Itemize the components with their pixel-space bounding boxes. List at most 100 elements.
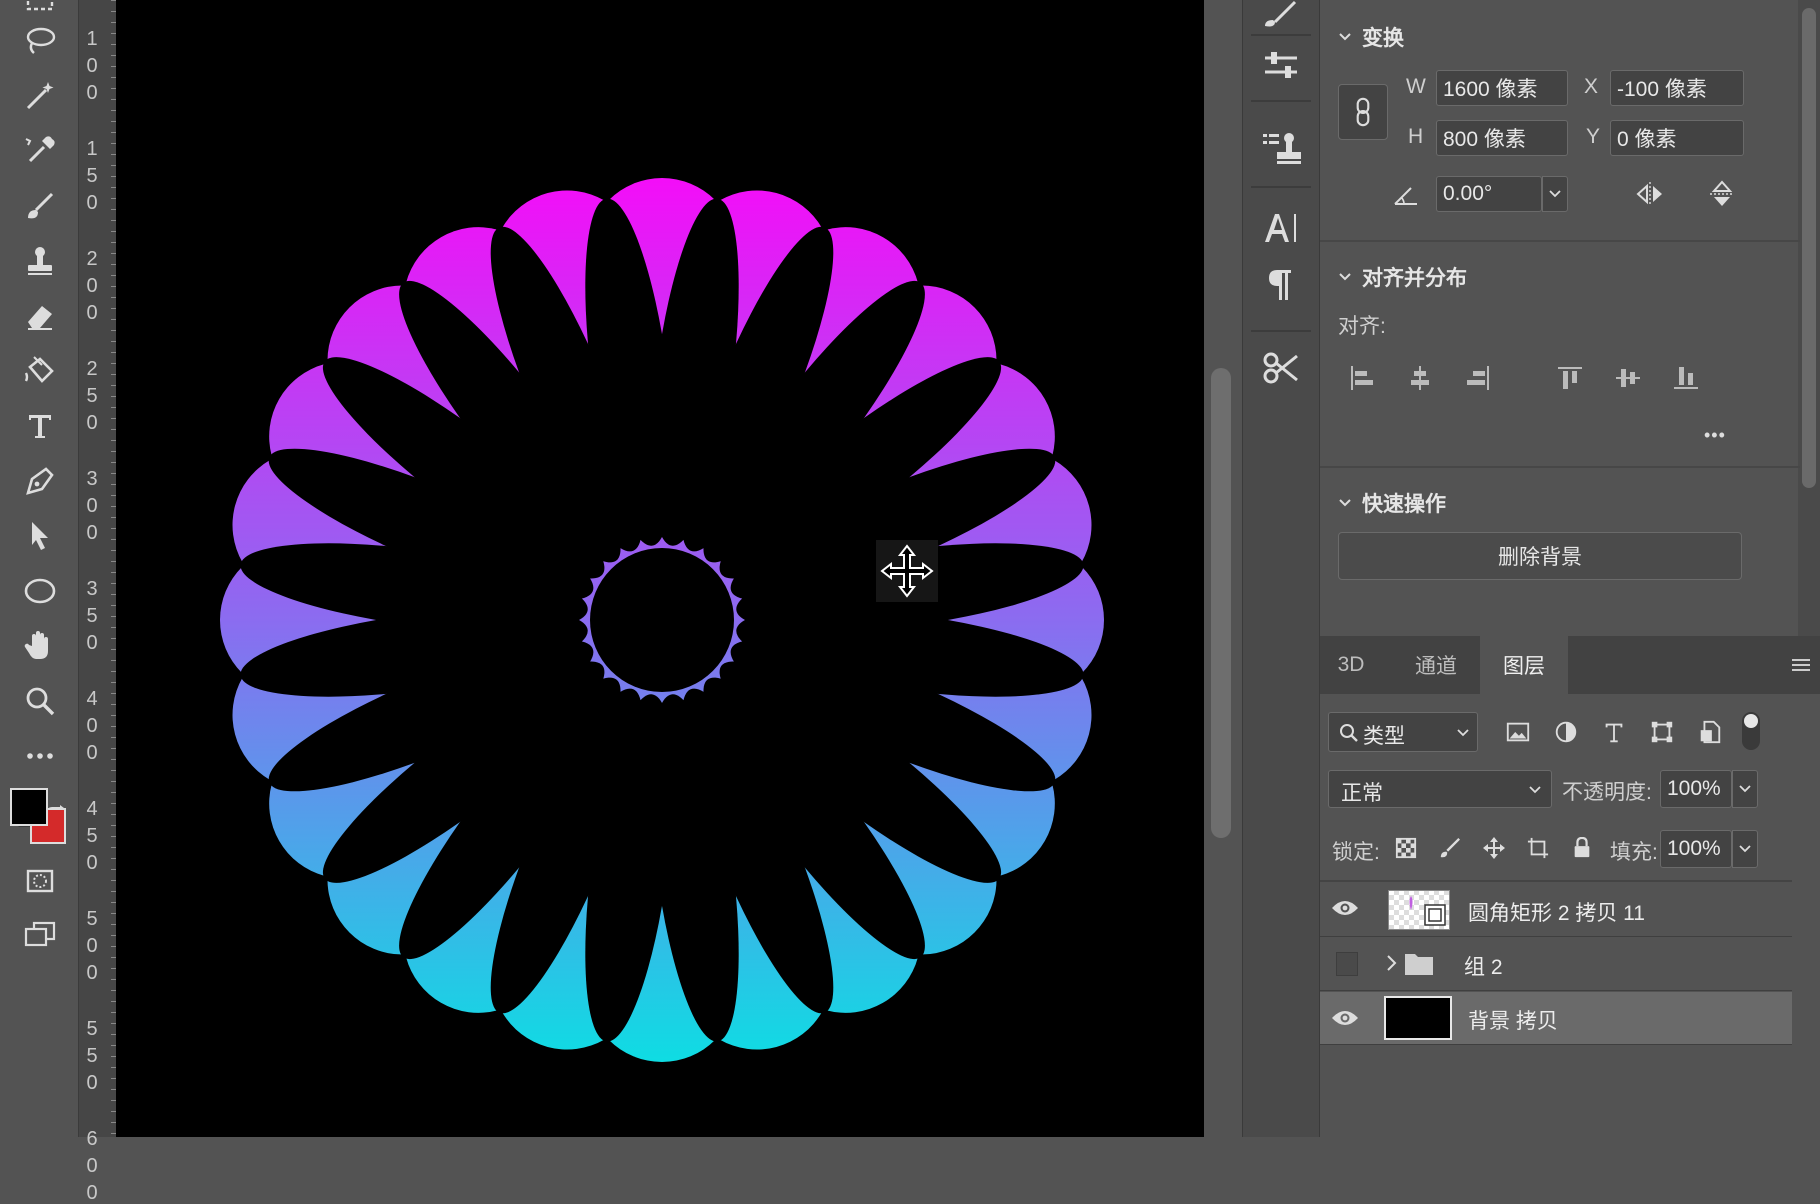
filter-type-icon[interactable] [1600, 718, 1628, 746]
tab-channels[interactable]: 通道 [1392, 636, 1480, 694]
type-tool-icon[interactable] [12, 403, 68, 449]
layer-row-selected[interactable]: 背景 拷贝 [1320, 992, 1792, 1045]
ruler-digit: 5 [86, 605, 98, 627]
lock-transparent-icon[interactable] [1392, 834, 1420, 862]
visibility-eye-icon[interactable] [1330, 1006, 1360, 1030]
link-proportions-button[interactable] [1338, 84, 1388, 140]
folder-icon [1405, 954, 1433, 975]
align-vertical-center-icon[interactable] [1614, 364, 1642, 392]
align-label: 对齐: [1338, 315, 1386, 338]
opacity-dropdown[interactable] [1732, 770, 1758, 808]
chevron-down-icon [1339, 499, 1351, 507]
document-canvas[interactable] [116, 0, 1204, 1137]
eyedropper-icon[interactable] [12, 128, 68, 174]
filter-adjustment-icon[interactable] [1552, 718, 1580, 746]
lock-image-pixels-icon[interactable] [1436, 834, 1464, 862]
pen-tool-icon[interactable] [12, 458, 68, 504]
filter-shape-icon[interactable] [1648, 718, 1676, 746]
zoom-tool-icon[interactable] [12, 678, 68, 724]
ruler-digit: 0 [86, 935, 98, 957]
character-panel-icon[interactable] [1257, 204, 1305, 252]
center-hole [590, 548, 734, 692]
y-label: Y [1586, 125, 1601, 148]
tool-presets-icon[interactable] [1257, 344, 1305, 392]
tab-layers[interactable]: 图层 [1480, 636, 1568, 694]
clone-source-icon[interactable] [1257, 124, 1305, 172]
ellipse-tool-icon[interactable] [12, 568, 68, 614]
paragraph-panel-icon[interactable] [1257, 260, 1305, 308]
panel-scrollbar[interactable] [1802, 8, 1816, 488]
rotation-dropdown[interactable] [1542, 176, 1568, 212]
quick-actions-header[interactable]: 快速操作 [1338, 488, 1446, 518]
brush-icon[interactable] [12, 183, 68, 229]
vertical-ruler[interactable]: 1 0 0 1 5 0 2 0 0 2 5 0 3 0 0 3 5 0 4 0 0 4 5 0 5 0 0 5 5 0 6 0 0 [78, 0, 118, 1204]
marquee-tool-icon[interactable] [12, 0, 68, 14]
layer-row[interactable]: 圆角矩形 2 拷贝 11 [1320, 884, 1792, 937]
brush-settings-icon[interactable] [1257, 0, 1305, 28]
fill-dropdown[interactable] [1732, 830, 1758, 868]
remove-background-button[interactable]: 删除背景 [1338, 532, 1742, 580]
flip-vertical-icon[interactable] [1708, 180, 1736, 208]
lock-artboard-icon[interactable] [1524, 834, 1552, 862]
foreground-color-swatch[interactable] [10, 788, 48, 826]
filter-smart-object-icon[interactable] [1696, 718, 1724, 746]
ruler-digit: 2 [86, 248, 98, 270]
screen-mode-icon[interactable] [12, 912, 68, 958]
align-top-icon[interactable] [1556, 364, 1584, 392]
transform-section-header[interactable]: 变换 [1338, 22, 1404, 52]
tab-3d[interactable]: 3D [1320, 636, 1382, 694]
ruler-digit: 0 [86, 82, 98, 104]
align-right-icon[interactable] [1464, 364, 1492, 392]
more-tools-icon[interactable] [12, 733, 68, 779]
filter-toggle[interactable] [1742, 712, 1760, 750]
ruler-digit: 0 [86, 192, 98, 214]
chevron-right-icon[interactable] [1386, 954, 1398, 972]
align-section-header[interactable]: 对齐并分布 [1338, 262, 1467, 292]
y-field[interactable]: 0 像素 [1610, 120, 1744, 156]
visibility-toggle-off[interactable] [1336, 952, 1358, 976]
blend-mode-select[interactable]: 正常 [1328, 770, 1552, 808]
paint-bucket-icon[interactable] [12, 348, 68, 394]
ruler-digit: 0 [86, 275, 98, 297]
more-options-icon[interactable]: ••• [1704, 425, 1726, 446]
fill-field[interactable]: 100% [1660, 830, 1732, 868]
eraser-icon[interactable] [12, 293, 68, 339]
ruler-digit: 0 [86, 1182, 98, 1204]
align-left-icon[interactable] [1348, 364, 1376, 392]
ruler-digit: 5 [86, 385, 98, 407]
fill-label: 填充: [1610, 841, 1658, 864]
opacity-field[interactable]: 100% [1660, 770, 1732, 808]
path-selection-icon[interactable] [12, 513, 68, 559]
layer-filter-select[interactable]: 类型 [1328, 712, 1478, 752]
stamp-icon[interactable] [12, 238, 68, 284]
lock-all-icon[interactable] [1568, 834, 1596, 862]
align-bottom-icon[interactable] [1672, 364, 1700, 392]
quick-mask-icon[interactable] [12, 858, 68, 904]
ruler-digit: 0 [86, 1072, 98, 1094]
ruler-digit: 0 [86, 302, 98, 324]
magic-wand-icon[interactable] [12, 73, 68, 119]
filter-toggle-knob [1744, 714, 1758, 728]
lock-position-icon[interactable] [1480, 834, 1508, 862]
chevron-down-icon [1529, 786, 1541, 794]
search-icon [1340, 724, 1358, 742]
adjustments-sliders-icon[interactable] [1257, 42, 1305, 90]
filter-pixel-icon[interactable] [1504, 718, 1532, 746]
quick-actions-title: 快速操作 [1362, 493, 1446, 516]
hand-tool-icon[interactable] [12, 623, 68, 669]
x-label: X [1584, 75, 1599, 98]
layer-row[interactable]: 组 2 [1320, 938, 1792, 991]
lasso-tool-icon[interactable] [12, 18, 68, 64]
vertical-scrollbar[interactable] [1211, 368, 1231, 838]
rotation-field[interactable]: 0.00° [1436, 176, 1542, 212]
height-field[interactable]: 800 像素 [1436, 120, 1568, 156]
ruler-digit: 4 [86, 688, 98, 710]
x-field[interactable]: -100 像素 [1610, 70, 1744, 106]
move-cursor-icon [876, 540, 938, 602]
width-field[interactable]: 1600 像素 [1436, 70, 1568, 106]
panel-menu-icon[interactable] [1790, 656, 1812, 674]
flip-horizontal-icon[interactable] [1636, 180, 1664, 208]
visibility-eye-icon[interactable] [1330, 896, 1360, 920]
align-horizontal-center-icon[interactable] [1406, 364, 1434, 392]
chevron-down-icon [1339, 33, 1351, 41]
